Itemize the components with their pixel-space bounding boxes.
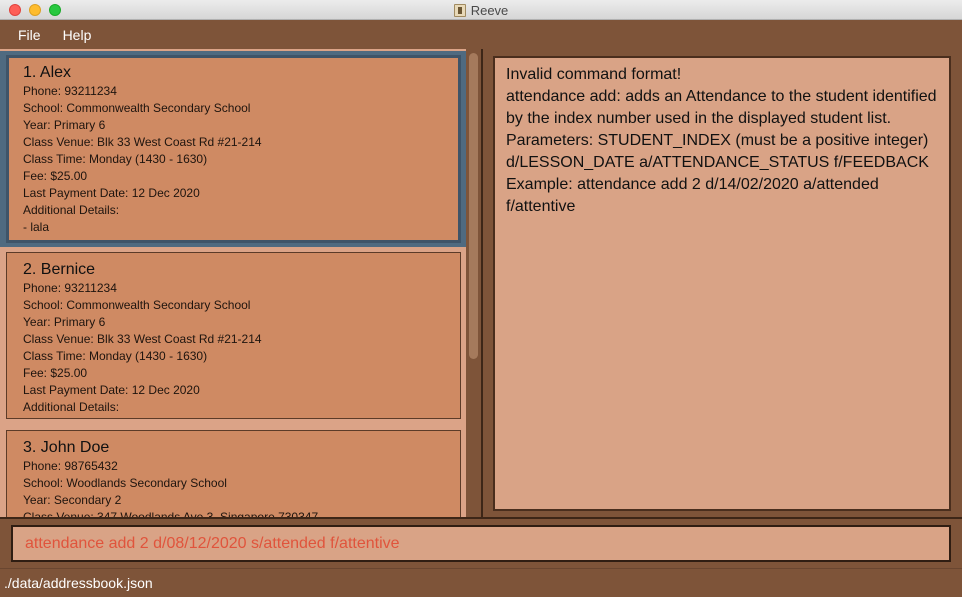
student-school: School: Commonwealth Secondary School <box>23 298 251 312</box>
student-class-venue: Class Venue: 347 Woodlands Ave 3, Singap… <box>23 510 319 517</box>
student-card[interactable]: 2. Bernice Phone: 93211234 School: Commo… <box>6 252 461 419</box>
title-bar: Reeve <box>0 0 962 20</box>
student-name: 3. John Doe <box>23 439 110 456</box>
student-year: Year: Secondary 2 <box>23 493 122 507</box>
app-document-icon <box>453 3 466 17</box>
menu-file[interactable]: File <box>8 27 51 43</box>
student-list[interactable]: 1. Alex Phone: 93211234 School: Commonwe… <box>0 49 466 517</box>
student-list-panel: 1. Alex Phone: 93211234 School: Commonwe… <box>0 49 481 517</box>
student-phone: Phone: 93211234 <box>23 84 117 98</box>
student-class-time: Class Time: Monday (1430 - 1630) <box>23 152 208 166</box>
student-phone: Phone: 98765432 <box>23 459 118 473</box>
student-fee: Fee: $25.00 <box>23 366 88 380</box>
student-phone: Phone: 93211234 <box>23 281 117 295</box>
student-name: 2. Bernice <box>23 261 96 278</box>
menu-bar: File Help <box>0 20 962 49</box>
student-fee: Fee: $25.00 <box>23 169 88 183</box>
student-class-time: Class Time: Monday (1430 - 1630) <box>23 349 208 363</box>
student-last-payment: Last Payment Date: 12 Dec 2020 <box>23 383 200 397</box>
student-details: - lala <box>23 220 50 234</box>
status-bar: ./data/addressbook.json <box>0 568 962 597</box>
menu-help[interactable]: Help <box>53 27 102 43</box>
student-class-venue: Class Venue: Blk 33 West Coast Rd #21-21… <box>23 135 262 149</box>
student-details-label: Additional Details: <box>23 400 120 414</box>
result-display[interactable]: Invalid command format! attendance add: … <box>493 56 951 511</box>
student-school: School: Woodlands Secondary School <box>23 476 227 490</box>
data-file-path: ./data/addressbook.json <box>4 575 153 591</box>
result-panel: Invalid command format! attendance add: … <box>483 49 962 517</box>
command-area <box>0 519 962 568</box>
student-details-label: Additional Details: <box>23 203 120 217</box>
command-input[interactable] <box>11 525 951 562</box>
student-last-payment: Last Payment Date: 12 Dec 2020 <box>23 186 200 200</box>
student-school: School: Commonwealth Secondary School <box>23 101 251 115</box>
student-name: 1. Alex <box>23 64 72 81</box>
student-class-venue: Class Venue: Blk 33 West Coast Rd #21-21… <box>23 332 262 346</box>
window-title-group: Reeve <box>0 0 962 20</box>
window-title: Reeve <box>470 2 509 18</box>
list-scrollbar-thumb[interactable] <box>469 53 478 359</box>
student-card[interactable]: 1. Alex Phone: 93211234 School: Commonwe… <box>6 55 461 243</box>
student-year: Year: Primary 6 <box>23 315 106 329</box>
student-card[interactable]: 3. John Doe Phone: 98765432 School: Wood… <box>6 430 461 517</box>
student-year: Year: Primary 6 <box>23 118 106 132</box>
